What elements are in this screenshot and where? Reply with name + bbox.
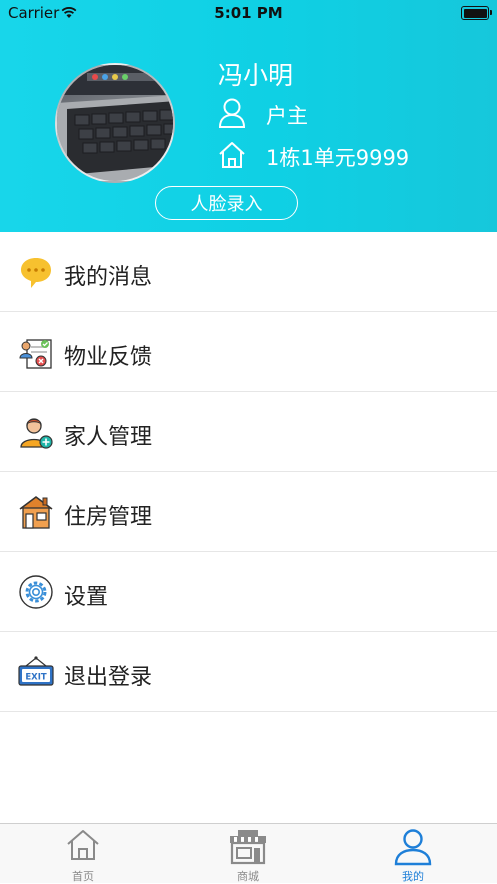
tab-shop[interactable]: 商城 (188, 824, 308, 884)
user-icon (394, 829, 432, 866)
shop-icon (230, 830, 266, 865)
status-time: 5:01 PM (214, 4, 283, 22)
avatar[interactable] (55, 63, 175, 183)
menu-label-housing: 住房管理 (64, 505, 153, 530)
avatar-photo-icon (57, 65, 173, 181)
tab-label-mine: 我的 (402, 870, 424, 883)
user-name: 冯小明 (218, 61, 294, 90)
tab-home[interactable]: 首页 (23, 824, 143, 884)
tab-label-home: 首页 (72, 870, 94, 883)
message-bubble-icon (21, 258, 51, 288)
menu-label-logout: 退出登录 (64, 665, 153, 690)
status-bar: Carrier 5:01 PM (0, 0, 497, 26)
tab-mine[interactable]: 我的 (353, 824, 473, 884)
family-user-icon (20, 418, 53, 449)
menu-item-settings[interactable]: 设置 (0, 552, 497, 632)
feedback-icon (19, 339, 52, 369)
svg-text:EXIT: EXIT (25, 673, 47, 683)
exit-sign-icon: EXIT (18, 656, 54, 686)
tab-label-shop: 商城 (237, 870, 259, 883)
home-icon (67, 830, 99, 860)
house-management-icon (19, 496, 53, 529)
user-role: 户主 (266, 104, 308, 128)
menu-list: 我的消息 物业反馈 家人管理 住房管理 设置 EXIT 退出登录 (0, 232, 497, 712)
profile-header: Carrier 5:01 PM 冯小明 户主 1栋1单元9999 人脸录入 (0, 0, 497, 232)
house-icon (219, 142, 245, 168)
menu-label-family: 家人管理 (64, 425, 153, 450)
menu-label-settings: 设置 (64, 585, 109, 610)
menu-item-family[interactable]: 家人管理 (0, 392, 497, 472)
person-icon (218, 98, 246, 128)
menu-item-housing[interactable]: 住房管理 (0, 472, 497, 552)
menu-item-feedback[interactable]: 物业反馈 (0, 312, 497, 392)
tab-bar: 首页 商城 我的 (0, 823, 497, 883)
menu-item-logout[interactable]: EXIT 退出登录 (0, 632, 497, 712)
menu-label-messages: 我的消息 (64, 265, 153, 290)
menu-item-messages[interactable]: 我的消息 (0, 232, 497, 312)
menu-label-feedback: 物业反馈 (64, 345, 153, 370)
user-address: 1栋1单元9999 (266, 146, 410, 170)
battery-icon (461, 6, 492, 20)
face-enroll-button[interactable]: 人脸录入 (155, 186, 298, 220)
gear-icon (19, 575, 53, 609)
